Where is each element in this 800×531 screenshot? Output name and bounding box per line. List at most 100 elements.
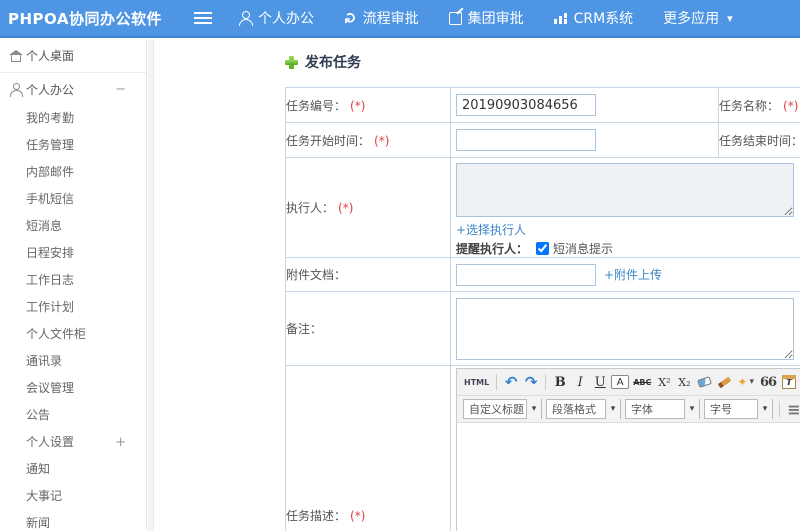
font-background-button[interactable]: A: [611, 375, 630, 389]
editor-content-area[interactable]: [457, 423, 800, 531]
expand-icon[interactable]: +: [115, 429, 126, 456]
caret-down-icon: [727, 12, 733, 25]
chevron-down-icon: [757, 399, 772, 419]
page-title-text: 发布任务: [305, 55, 361, 71]
attachment-upload-link[interactable]: +附件上传: [604, 266, 662, 283]
collapse-icon[interactable]: −: [115, 75, 126, 105]
sidebar-item-personal-settings[interactable]: 个人设置 +: [0, 429, 146, 456]
sidebar-item-label: 新闻: [26, 516, 51, 530]
form-row-attachment: 附件文档： +附件上传: [285, 257, 800, 292]
select-executor-link[interactable]: +选择执行人: [456, 223, 526, 237]
chevron-down-icon: [605, 399, 620, 419]
select-value: 字体: [631, 403, 653, 416]
sidebar-item-task-management[interactable]: 任务管理: [0, 132, 146, 159]
sidebar-item-personal-files[interactable]: 个人文件柜: [0, 321, 146, 348]
start-time-input[interactable]: [456, 129, 596, 151]
format-brush-button[interactable]: [715, 372, 733, 392]
chevron-down-icon: [526, 399, 541, 419]
rich-text-editor: HTML ↶ ↷ B I U A ABC X² X₂ ✦ ▾ 66 T 自定义标…: [456, 368, 800, 531]
nav-label: 集团审批: [467, 11, 524, 27]
sidebar-item-internal-mail[interactable]: 内部邮件: [0, 159, 146, 186]
sidebar-item-label: 会议管理: [26, 381, 75, 395]
sidebar-item-label: 个人办公: [26, 83, 75, 97]
hamburger-menu-icon[interactable]: [194, 12, 212, 24]
sidebar-item-sms[interactable]: 手机短信: [0, 186, 146, 213]
person-icon: [9, 83, 23, 97]
sidebar-item-news[interactable]: 新闻: [0, 510, 146, 531]
field-label: 任务编号：: [286, 98, 347, 113]
required-mark: (*): [374, 133, 390, 148]
eraser-icon: [696, 376, 712, 388]
nav-item-workflow-approval[interactable]: ↻ 流程审批: [341, 8, 419, 28]
main-content: 发布任务 任务编号：(*) 任务名称：(*) 任务开始时间：(: [155, 40, 800, 531]
nav-item-personal-office[interactable]: 个人办公: [238, 8, 314, 28]
sidebar-item-label: 我的考勤: [26, 111, 75, 125]
sidebar-scrollbar[interactable]: [148, 40, 154, 531]
nav-item-crm[interactable]: CRM系统: [553, 8, 633, 28]
nav-item-group-approval[interactable]: 集团审批: [448, 8, 524, 28]
auto-typeset-button[interactable]: ✦: [735, 372, 756, 392]
remind-executor-label: 提醒执行人：: [456, 242, 529, 256]
bold-button[interactable]: B: [551, 372, 569, 392]
custom-heading-select[interactable]: 自定义标题: [463, 399, 542, 419]
sidebar-item-announcement[interactable]: 公告: [0, 402, 146, 429]
sparkle-icon: ✦: [737, 375, 748, 389]
font-family-select[interactable]: 字体: [625, 399, 700, 419]
edit-square-icon: [448, 11, 462, 25]
nav-label: 更多应用: [663, 11, 720, 27]
flow-approval-icon: ↻: [341, 11, 360, 25]
field-label: 附件文档：: [286, 268, 347, 282]
field-label: 备注：: [286, 322, 323, 336]
required-mark: (*): [350, 508, 366, 523]
superscript-button[interactable]: X²: [655, 372, 673, 392]
form-row-remark: 备注：: [285, 291, 800, 366]
sidebar-item-label: 通知: [26, 462, 51, 476]
sidebar-item-my-attendance[interactable]: 我的考勤: [0, 105, 146, 132]
underline-button[interactable]: U: [591, 372, 609, 392]
font-size-select[interactable]: 字号: [704, 399, 773, 419]
toolbar-separator: [779, 401, 780, 417]
sidebar-item-label: 个人设置: [26, 435, 75, 449]
form-row-executor: 执行人： (*) +选择执行人 提醒执行人： 短消息提示: [285, 157, 800, 258]
subscript-button[interactable]: X₂: [675, 372, 693, 392]
nav-item-more-apps[interactable]: 更多应用: [663, 8, 733, 28]
sidebar-item-label: 日程安排: [26, 246, 75, 260]
select-value: 字号: [710, 403, 732, 416]
person-icon: [238, 11, 253, 26]
field-label: 任务结束时间：: [719, 133, 800, 148]
sidebar-item-schedule[interactable]: 日程安排: [0, 240, 146, 267]
redo-button[interactable]: ↷: [522, 372, 540, 392]
sidebar-item-personal-desktop[interactable]: 个人桌面: [0, 40, 146, 73]
sidebar-item-label: 内部邮件: [26, 165, 75, 179]
sidebar-item-work-plan[interactable]: 工作计划: [0, 294, 146, 321]
strikethrough-button[interactable]: ABC: [631, 372, 653, 392]
nav-label: 流程审批: [362, 11, 419, 27]
top-header: PHPOA协同办公软件 个人办公 ↻ 流程审批 集团审批 CRM系统 更多应用: [0, 0, 800, 38]
attachment-input[interactable]: [456, 263, 596, 286]
sidebar-item-label: 短消息: [26, 219, 63, 233]
sidebar-item-contacts[interactable]: 通讯录: [0, 348, 146, 375]
italic-button[interactable]: I: [571, 372, 589, 392]
sidebar-item-personal-office[interactable]: 个人办公 −: [0, 75, 146, 105]
executor-textarea[interactable]: [456, 163, 794, 217]
paragraph-format-select[interactable]: 段落格式: [546, 399, 621, 419]
app-logo: PHPOA协同办公软件: [8, 9, 162, 28]
home-icon: [9, 49, 23, 63]
page-title: 发布任务: [285, 52, 361, 72]
sidebar-item-memorabilia[interactable]: 大事记: [0, 483, 146, 510]
sidebar-item-work-log[interactable]: 工作日志: [0, 267, 146, 294]
task-number-input[interactable]: [456, 94, 596, 116]
align-left-button[interactable]: [785, 399, 800, 419]
sidebar-item-notice[interactable]: 通知: [0, 456, 146, 483]
sidebar-item-meeting-management[interactable]: 会议管理: [0, 375, 146, 402]
remark-textarea[interactable]: [456, 297, 794, 360]
sidebar-item-label: 通讯录: [26, 354, 63, 368]
remove-format-button[interactable]: [695, 372, 713, 392]
paste-as-text-button[interactable]: T: [780, 372, 798, 392]
html-source-button[interactable]: HTML: [462, 372, 491, 392]
undo-button[interactable]: ↶: [502, 372, 520, 392]
sms-remind-checkbox[interactable]: [536, 242, 550, 255]
sidebar-item-short-message[interactable]: 短消息: [0, 213, 146, 240]
blockquote-button[interactable]: 66: [758, 372, 778, 392]
sidebar-item-label: 手机短信: [26, 192, 75, 206]
